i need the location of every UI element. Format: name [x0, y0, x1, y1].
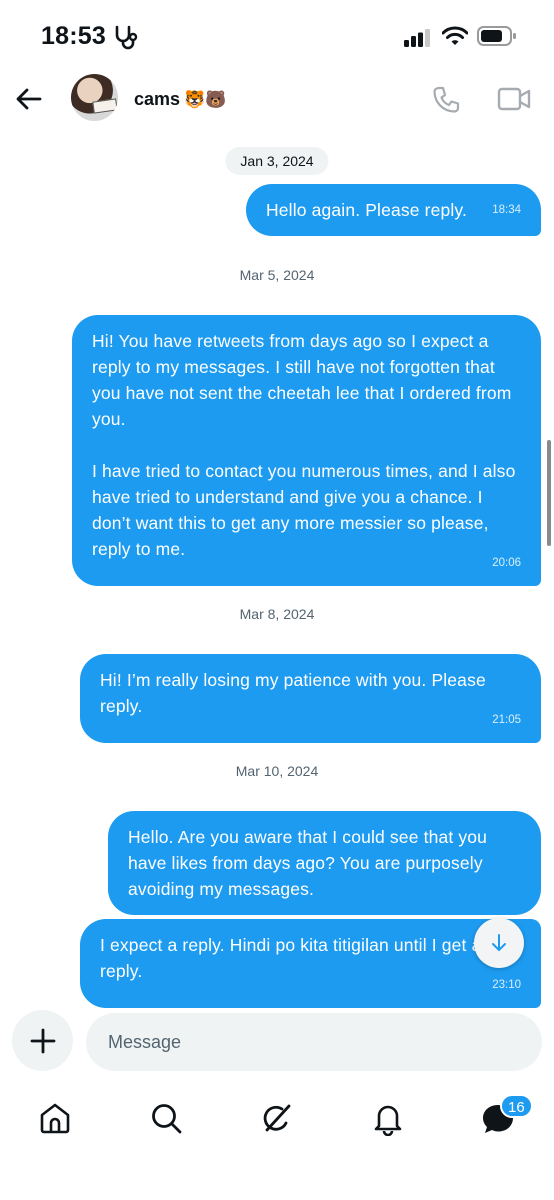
message-text: Hello. Are you aware that I could see th…	[128, 827, 493, 899]
message-time: 21:05	[492, 714, 521, 726]
phone-icon[interactable]	[430, 84, 462, 116]
message-text: I expect a reply. Hindi po kita titigila…	[100, 935, 481, 981]
message-text: Hello again. Please reply.	[266, 200, 468, 220]
add-media-button[interactable]	[12, 1010, 73, 1071]
search-icon[interactable]	[148, 1100, 184, 1136]
conversation-header: cams 🐯🐻	[0, 72, 554, 132]
avatar-sign	[92, 98, 118, 114]
plus-icon	[30, 1028, 55, 1053]
scroll-to-bottom-button[interactable]	[474, 918, 524, 968]
stethoscope-icon	[115, 25, 138, 50]
bottom-nav	[0, 1086, 554, 1148]
avatar[interactable]	[71, 74, 118, 121]
message-text: Hi! I’m really losing my patience with y…	[100, 670, 491, 716]
contact-name-text: cams	[134, 89, 181, 109]
message-bubble[interactable]: Hello again. Please reply. 18:34	[246, 184, 541, 236]
bell-icon[interactable]	[370, 1100, 406, 1136]
battery-icon	[477, 26, 516, 46]
message-time: 23:10	[492, 979, 521, 991]
message-bubble[interactable]: Hi! You have retweets from days ago so I…	[72, 315, 541, 586]
message-bubble[interactable]: I expect a reply. Hindi po kita titigila…	[80, 919, 541, 1008]
date-separator: Jan 3, 2024	[225, 147, 329, 175]
arrow-down-icon	[492, 934, 506, 951]
status-time: 18:53	[41, 22, 106, 50]
message-time: 18:34	[492, 204, 521, 216]
contact-name-emoji: 🐯🐻	[184, 89, 227, 109]
message-bubble[interactable]: Hi! I’m really losing my patience with y…	[80, 654, 541, 743]
grok-icon[interactable]	[259, 1100, 295, 1136]
status-bar: 18:53	[0, 0, 554, 72]
cellular-signal-icon	[404, 29, 430, 47]
back-arrow-icon[interactable]	[14, 84, 44, 114]
message-text: Hi! You have retweets from days ago so I…	[92, 331, 516, 559]
message-time: 20:06	[492, 557, 521, 569]
message-input[interactable]	[86, 1013, 542, 1071]
wifi-icon	[442, 26, 468, 45]
messages-badge: 16	[500, 1094, 533, 1118]
date-separator: Mar 8, 2024	[239, 606, 315, 622]
home-icon[interactable]	[37, 1100, 73, 1136]
message-bubble[interactable]: Hello. Are you aware that I could see th…	[108, 811, 541, 915]
scrollbar-thumb[interactable]	[547, 440, 551, 546]
contact-name[interactable]: cams 🐯🐻	[134, 89, 226, 110]
date-separator: Mar 10, 2024	[235, 763, 319, 779]
date-separator: Mar 5, 2024	[239, 267, 315, 283]
video-camera-icon[interactable]	[497, 84, 531, 114]
